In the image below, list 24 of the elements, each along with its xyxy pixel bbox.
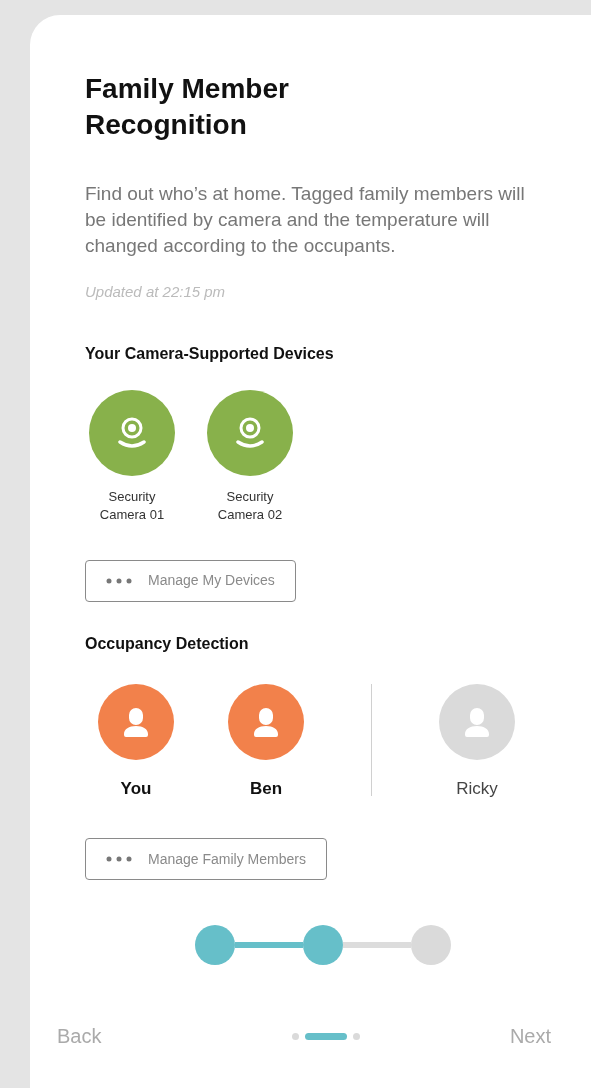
description: Find out who’s at home. Tagged family members will be identified by camera and the temperature will changed according to the occupants. (85, 182, 526, 258)
more-icon (106, 856, 132, 862)
member-name: Ricky (456, 777, 498, 800)
step-connector (235, 942, 303, 948)
step-connector (343, 942, 411, 948)
manage-button[interactable]: Manage My Devices (85, 559, 296, 602)
device-name: Security Camera 02 (216, 487, 284, 524)
next-button[interactable]: Next (509, 1021, 551, 1051)
person-icon (121, 705, 151, 738)
page-indicator[interactable] (291, 1032, 299, 1040)
page-indicator[interactable] (352, 1032, 360, 1040)
updated-time: Updated at 22:15 pm (85, 282, 227, 302)
device-name: Security Camera 01 (98, 487, 166, 524)
member-name: Ben (249, 777, 283, 800)
section-heading: Occupancy Detection (85, 633, 250, 654)
back-button[interactable]: Back (57, 1021, 102, 1051)
page-title: Family Member Recognition (85, 72, 290, 142)
manage-button[interactable]: Manage Family Members (85, 838, 327, 880)
person-icon (462, 705, 492, 738)
more-icon (106, 577, 132, 584)
section-heading: Your Camera-Supported Devices (85, 343, 335, 364)
page-indicator[interactable] (304, 1032, 347, 1040)
member-name: You (120, 777, 152, 800)
person-icon (251, 705, 281, 738)
